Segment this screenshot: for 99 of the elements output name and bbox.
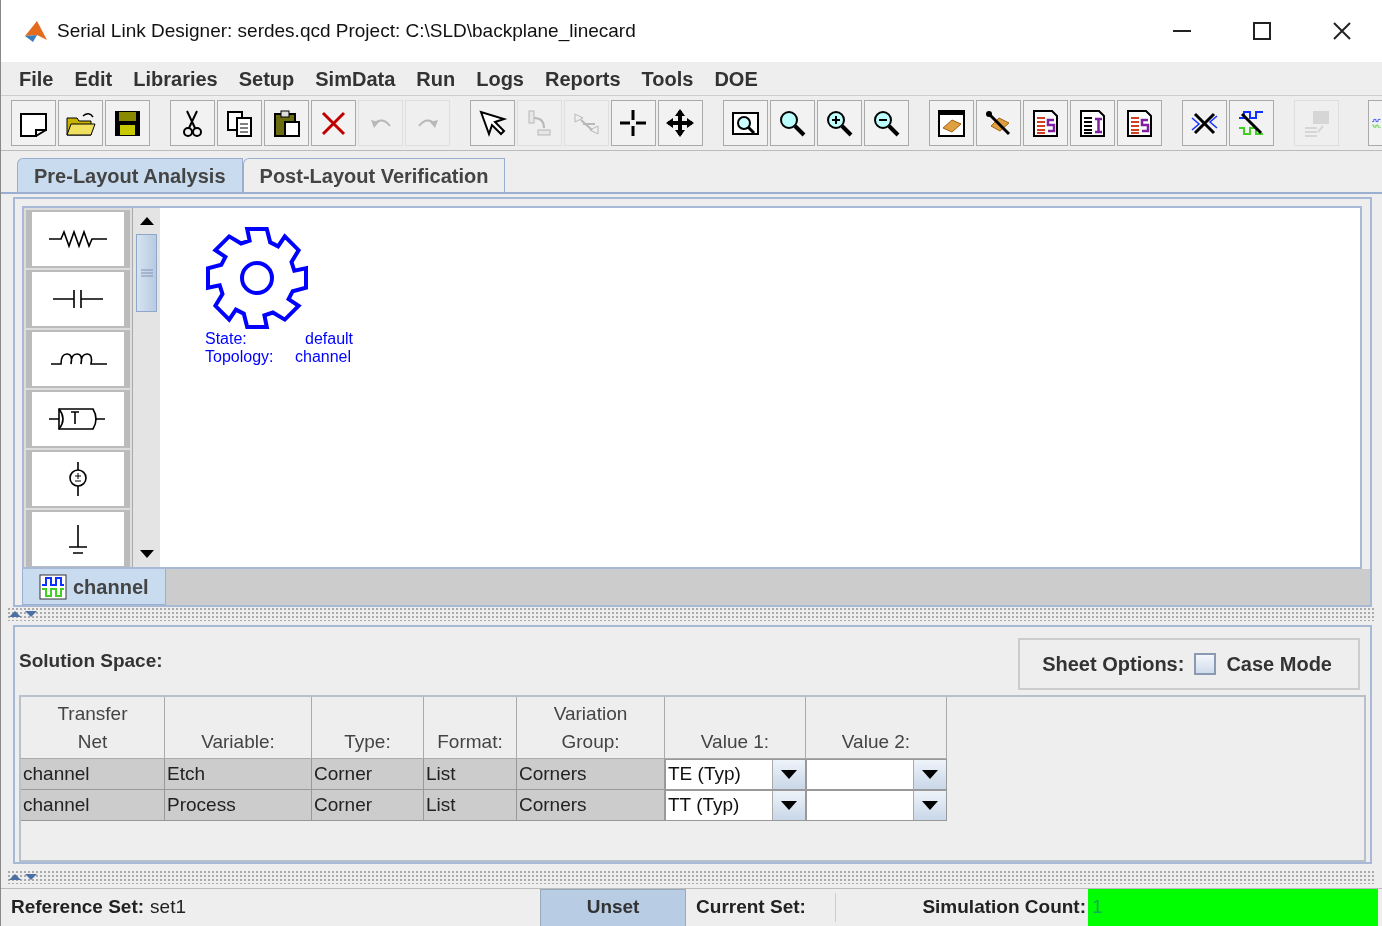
menu-item[interactable]: Reports <box>545 63 621 94</box>
document-lines-icon <box>1030 107 1061 139</box>
chip-icon <box>936 107 967 139</box>
column-header: Type: <box>344 729 391 754</box>
status-label: Reference Set: <box>10 895 146 920</box>
palette-item[interactable] <box>26 270 130 329</box>
caret-icon <box>922 769 938 779</box>
menu-item[interactable]: Logs <box>476 63 524 94</box>
column-header: Format: <box>437 729 503 754</box>
node-label: Topology: <box>205 348 275 367</box>
close-icon <box>1333 22 1351 40</box>
redo-icon <box>417 118 438 129</box>
value-dropdown[interactable] <box>806 789 947 821</box>
table-cell: channel <box>21 789 165 821</box>
toolbar-button[interactable] <box>817 100 862 147</box>
document-lines-icon <box>1124 107 1155 139</box>
clipboard-icon <box>271 107 302 139</box>
toolbar-button[interactable] <box>1229 100 1274 147</box>
toolbar-button[interactable] <box>217 100 262 147</box>
column-header: Variable: <box>201 729 275 754</box>
undo-icon <box>370 118 391 129</box>
move-icon <box>665 107 696 139</box>
table-cell: Process <box>165 789 312 821</box>
menu-item[interactable]: Tools <box>641 63 694 94</box>
toolbar-button[interactable] <box>658 100 703 147</box>
toolbar-button[interactable] <box>929 100 974 147</box>
status-label: Simulation Count: <box>921 895 1087 920</box>
menu-item[interactable]: Setup <box>238 63 295 94</box>
toolbar-button[interactable] <box>770 100 815 147</box>
value-dropdown[interactable] <box>806 758 947 790</box>
arrow-down-icon <box>139 550 154 559</box>
toolbar-button[interactable] <box>1070 100 1115 147</box>
node-value: default <box>305 330 354 349</box>
grip-icon <box>140 269 153 278</box>
value-dropdown[interactable]: TT (Typ) <box>665 789 806 821</box>
toolbar-button[interactable] <box>105 100 150 147</box>
menu-item[interactable]: Edit <box>74 63 113 94</box>
signal-icon <box>39 573 67 600</box>
toolbar-button[interactable] <box>1023 100 1068 147</box>
menu-item[interactable]: File <box>19 63 54 94</box>
sheet-options-label: Sheet Options: <box>1042 651 1185 677</box>
toolbar-button[interactable] <box>264 100 309 147</box>
toolbar-button[interactable] <box>58 100 103 147</box>
toolbar-button[interactable] <box>864 100 909 147</box>
table-cell: Corner <box>312 789 424 821</box>
palette-item[interactable] <box>26 390 130 449</box>
window-title: Serial Link Designer: serdes.qcd Project: C:\SLD\backplane_linecard <box>57 18 636 44</box>
gear-icon[interactable] <box>205 226 309 331</box>
caret-icon <box>922 800 938 810</box>
toolbar-button[interactable] <box>1117 100 1162 147</box>
tab[interactable]: Pre-Layout Analysis <box>17 158 243 193</box>
table-cell: List <box>424 758 517 790</box>
caret-icon <box>781 769 797 779</box>
tab-label: channel <box>73 574 149 600</box>
node-value: channel <box>295 348 352 367</box>
toolbar-button[interactable] <box>170 100 215 147</box>
menu-item[interactable]: SimData <box>315 63 396 94</box>
status-value: set1 <box>150 895 187 920</box>
value-dropdown[interactable]: TE (Typ) <box>665 758 806 790</box>
toolbar-button[interactable] <box>470 100 515 147</box>
minimize-icon <box>1173 30 1191 32</box>
toolbar-button[interactable] <box>723 100 768 147</box>
table-cell: Etch <box>165 758 312 790</box>
status-label: Current Set: <box>686 893 837 922</box>
checkbox-label: Case Mode <box>1226 651 1332 677</box>
table-cell: channel <box>21 758 165 790</box>
simulation-count: 1 <box>1088 888 1378 926</box>
menu-item[interactable]: Libraries <box>133 63 218 94</box>
arrow-up-icon <box>139 217 154 226</box>
section-title: Solution Space: <box>19 648 163 673</box>
sheet-tab[interactable]: channel <box>22 569 166 606</box>
toolbar-button[interactable] <box>11 100 56 147</box>
voltage-source-icon <box>68 462 88 497</box>
table-cell: Corners <box>517 789 665 821</box>
ground-icon <box>68 524 88 554</box>
pointer-icon <box>477 107 508 139</box>
case-mode-checkbox[interactable] <box>1194 652 1217 675</box>
column-header: Transfer Net <box>57 701 128 754</box>
column-header: Variation Group: <box>553 701 628 754</box>
toolbar-button[interactable] <box>1182 100 1227 147</box>
table-cell: Corner <box>312 758 424 790</box>
palette-item[interactable] <box>26 210 130 269</box>
caret-icon <box>781 800 797 810</box>
table-cell: List <box>424 789 517 821</box>
tab[interactable]: Post-Layout Verification <box>242 158 506 193</box>
crosshair-icon <box>618 107 649 139</box>
toolbar-button[interactable] <box>611 100 656 147</box>
menu-item[interactable]: Run <box>416 63 456 94</box>
menu-item[interactable]: DOE <box>714 63 758 94</box>
toolbar-button[interactable] <box>976 100 1021 147</box>
unset-button[interactable]: Unset <box>540 888 687 926</box>
node-label: State: <box>205 330 248 349</box>
maximize-icon <box>1253 22 1271 40</box>
document-lines-icon <box>1077 107 1108 139</box>
table-cell: Corners <box>517 758 665 790</box>
column-header: Value 2: <box>841 729 911 754</box>
scrollbar-thumb[interactable] <box>136 234 157 313</box>
column-header: Value 1: <box>700 729 770 754</box>
palette-item[interactable] <box>26 330 130 389</box>
